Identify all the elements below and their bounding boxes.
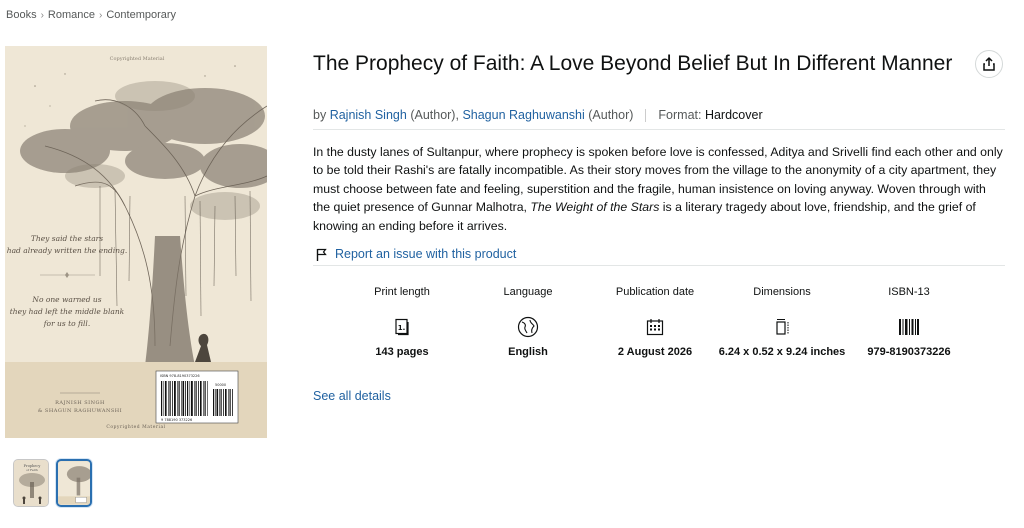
globe-icon: [517, 316, 539, 338]
cover-bottom-caption: Copyrighted Material: [106, 424, 165, 430]
cover-quote-line: They said the stars: [31, 234, 103, 243]
book-cover-image[interactable]: Copyrighted Material They said the stars…: [5, 46, 267, 438]
flag-icon: [316, 248, 327, 261]
cover-author-line: RAJNISH SINGH: [55, 400, 105, 406]
detail-label: Publication date: [615, 286, 695, 298]
thumbnail-back-cover[interactable]: [56, 459, 92, 507]
detail-label: Print length: [374, 286, 430, 298]
thumbnail-front-image: Prophecy of Faith: [14, 460, 48, 506]
detail-value: 143 pages: [375, 346, 429, 358]
barcode-icon: [899, 319, 919, 335]
report-issue-label[interactable]: Report an issue with this product: [335, 247, 516, 261]
detail-label: Language: [503, 286, 553, 298]
breadcrumb-romance[interactable]: Romance: [48, 9, 95, 21]
cover-barcode-number: 9 788190 373226: [161, 418, 192, 422]
breadcrumb-books[interactable]: Books: [6, 9, 37, 21]
cover-barcode-price: 50000: [215, 383, 226, 387]
byline-divider: [645, 108, 647, 122]
divider: [313, 129, 1005, 130]
byline: by Rajnish Singh (Author), Shagun Raghuw…: [313, 108, 763, 122]
detail-isbn-13: ISBN-13 979-8190373226: [844, 286, 974, 359]
cover-quote-line: they had left the middle blank: [10, 307, 125, 316]
share-icon: [983, 57, 995, 71]
cover-quote-line: No one warned us: [31, 295, 101, 304]
detail-value: 2 August 2026: [617, 346, 693, 358]
cover-quote-line: for us to fill.: [43, 319, 90, 328]
detail-value: English: [508, 346, 548, 358]
breadcrumb: Books › Romance › Contemporary: [6, 9, 176, 21]
report-issue-link[interactable]: Report an issue with this product: [316, 247, 516, 261]
cover-quote-line: had already written the ending.: [7, 246, 128, 255]
svg-text:of Faith: of Faith: [26, 468, 38, 472]
author-link-shagun-raghuwanshi[interactable]: Shagun Raghuwanshi: [462, 108, 584, 122]
detail-value: 6.24 x 0.52 x 9.24 inches: [718, 346, 846, 358]
author-role: (Author),: [410, 108, 459, 122]
description-italic-title: The Weight of the Stars: [530, 200, 660, 215]
cover-author-line: & SHAGUN RAGHUWANSHI: [38, 408, 122, 414]
share-button[interactable]: [975, 50, 1003, 78]
breadcrumb-separator: ›: [40, 9, 44, 21]
svg-text:1.: 1.: [398, 324, 406, 332]
detail-value: 979-8190373226: [867, 346, 951, 358]
dimensions-icon: [776, 319, 789, 335]
breadcrumb-separator: ›: [99, 9, 103, 21]
book-pages-icon: 1.: [395, 318, 409, 336]
product-description: In the dusty lanes of Sultanpur, where p…: [313, 143, 1005, 235]
detail-dimensions: Dimensions 6.24 x 0.52 x 9.24 inches: [717, 286, 847, 359]
format-label: Format:: [658, 108, 702, 122]
by-label: by: [313, 108, 327, 122]
author-link-rajnish-singh[interactable]: Rajnish Singh: [330, 108, 407, 122]
thumbnail-front-cover[interactable]: Prophecy of Faith: [13, 459, 49, 507]
cover-barcode: ISBN 978-8190373226 50000 9 788190 37322…: [155, 370, 239, 424]
image-thumbnails: Prophecy of Faith: [13, 459, 92, 507]
cover-illustration: Copyrighted Material They said the stars…: [5, 46, 267, 438]
detail-label: Dimensions: [753, 286, 811, 298]
breadcrumb-contemporary[interactable]: Contemporary: [106, 9, 176, 21]
divider: [313, 265, 1005, 266]
see-all-details-link[interactable]: See all details: [313, 389, 391, 403]
product-title: The Prophecy of Faith: A Love Beyond Bel…: [313, 52, 953, 75]
cover-top-caption: Copyrighted Material: [110, 56, 165, 62]
detail-print-length: Print length 1. 143 pages: [337, 286, 467, 359]
detail-language: Language English: [463, 286, 593, 359]
format-value: Hardcover: [704, 108, 763, 122]
detail-label: ISBN-13: [888, 286, 930, 298]
author-role: (Author): [588, 108, 634, 122]
calendar-icon: [646, 319, 664, 336]
detail-publication-date: Publication date 2 August 2026: [590, 286, 720, 359]
thumbnail-back-image: [58, 461, 90, 505]
cover-barcode-isbn: ISBN 978-8190373226: [160, 374, 200, 378]
